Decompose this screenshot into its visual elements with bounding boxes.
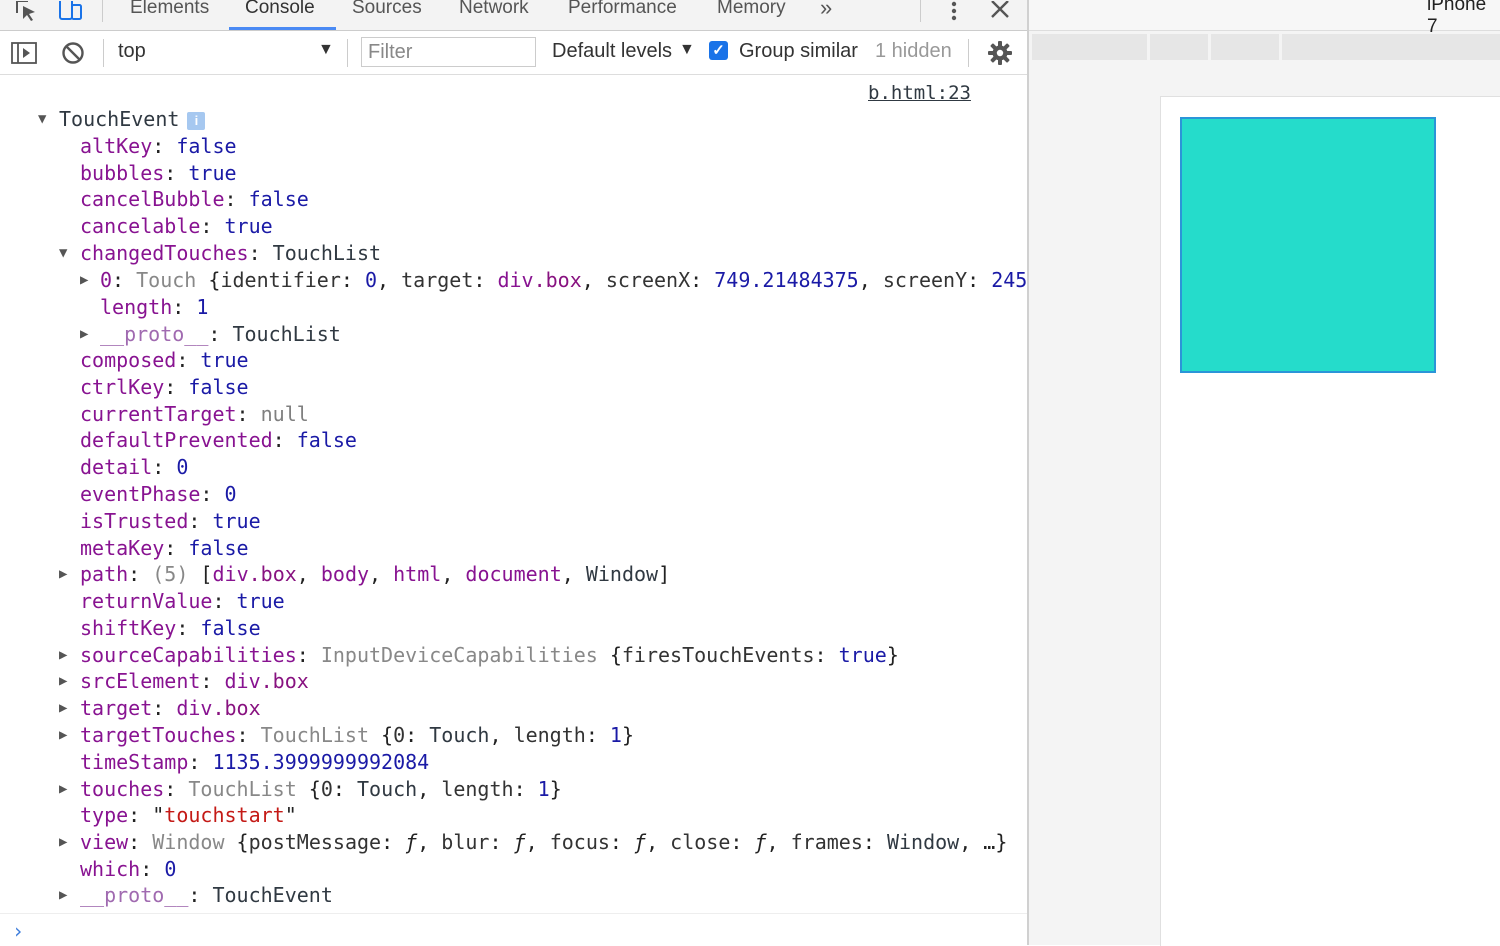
media-query-bar[interactable] <box>1150 34 1208 60</box>
collapse-triangle-icon[interactable]: ▶ <box>59 722 67 749</box>
collapse-triangle-icon[interactable]: ▶ <box>80 267 88 294</box>
device-toolbar: iPhone 7 <box>1029 0 1500 37</box>
property-row: ctrlKey: false <box>80 375 249 399</box>
collapse-triangle-icon[interactable]: ▶ <box>59 882 67 909</box>
property-row: detail: 0 <box>80 455 189 479</box>
tab-console[interactable]: Console <box>245 0 315 25</box>
tab-network[interactable]: Network <box>459 0 529 25</box>
console-output: b.html:23 ▼ TouchEvent i altKey: false bu… <box>0 75 1027 913</box>
tab-sources[interactable]: Sources <box>352 0 422 25</box>
gear-icon[interactable] <box>986 39 1014 67</box>
toolbar-separator <box>347 39 348 67</box>
property-row-expandable[interactable]: path: (5) [div.box, body, html, document… <box>80 561 670 588</box>
collapse-triangle-icon[interactable]: ▶ <box>59 561 67 588</box>
levels-dropdown-icon[interactable]: ▼ <box>679 41 695 59</box>
object-class-name: TouchEvent <box>59 107 180 131</box>
property-row: which: 0 <box>80 857 177 881</box>
group-similar-checkbox[interactable]: ✓ <box>709 41 728 60</box>
property-row: timeStamp: 1135.3999999992084 <box>80 750 430 774</box>
devtools-panel: Elements Console Sources Network Perform… <box>0 0 1027 945</box>
property-row-expandable[interactable]: changedTouches: TouchList <box>80 240 381 267</box>
info-icon[interactable]: i <box>187 111 206 130</box>
property-row-expandable[interactable]: sourceCapabilities: InputDeviceCapabilit… <box>80 642 899 669</box>
property-row: currentTarget: null <box>80 402 309 426</box>
property-row-expandable[interactable]: view: Window {postMessage: ƒ, blur: ƒ, f… <box>80 829 1007 856</box>
collapse-triangle-icon[interactable]: ▶ <box>59 776 67 803</box>
property-row: altKey: false <box>80 134 237 158</box>
toolbar-separator <box>103 39 104 67</box>
sidebar-toggle-icon[interactable] <box>10 39 38 67</box>
source-link[interactable]: b.html:23 <box>868 82 971 104</box>
property-row-expandable[interactable]: target: div.box <box>80 695 261 722</box>
more-tabs-button[interactable]: » <box>820 0 832 25</box>
property-row: eventPhase: 0 <box>80 482 237 506</box>
toolbar-separator <box>920 0 921 22</box>
tab-elements[interactable]: Elements <box>130 0 209 25</box>
property-row: length: 1 <box>100 295 209 319</box>
context-dropdown-icon[interactable]: ▼ <box>318 41 334 59</box>
expand-triangle-icon[interactable]: ▼ <box>38 106 46 133</box>
hidden-count: 1 hidden <box>875 40 952 62</box>
console-toolbar: top ▼ Default levels ▼ ✓ Group similar 1… <box>0 31 1027 75</box>
property-row: returnValue: true <box>80 589 285 613</box>
touch-box[interactable] <box>1180 117 1436 373</box>
collapse-triangle-icon[interactable]: ▶ <box>80 321 88 348</box>
property-row-expandable[interactable]: 0: Touch {identifier: 0, target: div.box… <box>100 267 1027 294</box>
property-row-expandable[interactable]: targetTouches: TouchList {0: Touch, leng… <box>80 722 634 749</box>
property-row: cancelable: true <box>80 214 273 238</box>
kebab-menu-icon[interactable] <box>942 0 966 22</box>
prompt-chevron-icon: › <box>12 919 25 943</box>
property-row: bubbles: true <box>80 161 237 185</box>
devtools-tab-bar: Elements Console Sources Network Perform… <box>0 0 1027 31</box>
console-prompt[interactable]: › <box>0 913 1027 945</box>
property-row: type: "touchstart" <box>80 803 297 827</box>
device-viewport: iPhone 7 <box>1029 0 1500 946</box>
property-row-expandable[interactable]: __proto__: TouchEvent <box>80 882 333 909</box>
clear-console-icon[interactable] <box>59 39 87 67</box>
device-toolbar-icon[interactable] <box>57 0 85 22</box>
filter-input[interactable] <box>361 37 536 67</box>
property-row: composed: true <box>80 348 249 372</box>
property-row: shiftKey: false <box>80 616 261 640</box>
device-selector[interactable]: iPhone 7 <box>1427 0 1500 38</box>
property-row-expandable[interactable]: touches: TouchList {0: Touch, length: 1} <box>80 776 562 803</box>
property-row-expandable[interactable]: srcElement: div.box <box>80 668 309 695</box>
tab-memory[interactable]: Memory <box>717 0 786 25</box>
context-selector[interactable]: top <box>118 40 146 63</box>
log-levels-dropdown[interactable]: Default levels <box>552 40 672 63</box>
active-tab-indicator <box>229 27 336 30</box>
property-row: cancelBubble: false <box>80 187 309 211</box>
property-row: defaultPrevented: false <box>80 428 357 452</box>
log-entry-header[interactable]: TouchEvent i <box>59 106 206 133</box>
media-query-bar[interactable] <box>1211 34 1279 60</box>
tab-performance[interactable]: Performance <box>568 0 677 25</box>
group-similar-label[interactable]: Group similar <box>739 40 858 63</box>
collapse-triangle-icon[interactable]: ▶ <box>59 829 67 856</box>
toolbar-separator <box>968 39 969 67</box>
collapse-triangle-icon[interactable]: ▶ <box>59 642 67 669</box>
inspect-element-icon[interactable] <box>12 0 40 22</box>
close-icon[interactable] <box>986 0 1014 22</box>
expand-triangle-icon[interactable]: ▼ <box>59 240 67 267</box>
toolbar-separator <box>102 0 103 22</box>
media-query-bar[interactable] <box>1032 34 1147 60</box>
property-row: isTrusted: true <box>80 509 261 533</box>
collapse-triangle-icon[interactable]: ▶ <box>59 695 67 722</box>
property-row: metaKey: false <box>80 536 249 560</box>
collapse-triangle-icon[interactable]: ▶ <box>59 668 67 695</box>
media-query-bar[interactable] <box>1282 34 1500 60</box>
property-row-expandable[interactable]: __proto__: TouchList <box>100 321 341 348</box>
